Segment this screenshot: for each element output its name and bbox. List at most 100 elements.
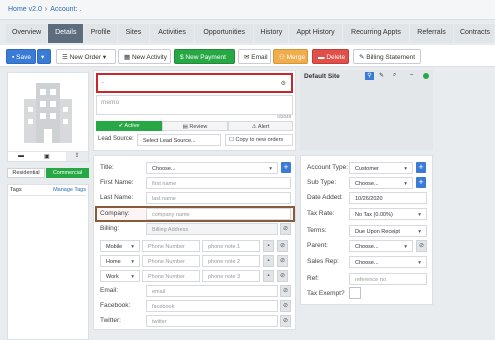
title-select[interactable]: Choose... ▾: [146, 162, 278, 174]
clear-email-icon[interactable]: ⊘: [280, 285, 291, 297]
breadcrumb-home-link[interactable]: Home v2.0: [8, 6, 42, 13]
edit-icon[interactable]: ✎: [379, 72, 384, 79]
billing-statement-button[interactable]: ✎ Billing Statement: [353, 49, 421, 64]
new-activity-button[interactable]: ▦ New Activity: [118, 49, 171, 64]
phone-number-1-input[interactable]: Phone Number: [142, 240, 200, 252]
phone-note-2-input[interactable]: phone note 2: [202, 255, 260, 267]
status-review-button[interactable]: ▤ Review: [162, 121, 228, 131]
status-alert-button[interactable]: ⚠ Alert: [228, 121, 293, 131]
tab-opportunities[interactable]: Opportunities: [194, 24, 254, 43]
tab-activities[interactable]: Activities: [150, 24, 194, 43]
phone-type-1-select[interactable]: Mobile ▾: [100, 240, 140, 252]
chat-icon[interactable]: ▪: [263, 240, 274, 252]
clear-parent-icon[interactable]: ⊘: [416, 240, 427, 252]
clear-twitter-icon[interactable]: ⊘: [280, 315, 291, 327]
tab-appt-history[interactable]: Appt History: [289, 24, 342, 43]
save-dropdown-button[interactable]: ▾: [37, 49, 51, 64]
users-icon: ⚇: [279, 54, 287, 61]
image-icon[interactable]: ▣: [44, 153, 50, 160]
gear-icon[interactable]: ⚙: [281, 80, 286, 87]
phone-type-3-select[interactable]: Work ▾: [100, 270, 140, 282]
twitter-input[interactable]: twitter: [146, 315, 278, 327]
tab-recurring-appts[interactable]: Recurring Appts: [342, 24, 410, 43]
breadcrumb-account-link[interactable]: Account: .: [50, 6, 81, 13]
chat-icon[interactable]: ▪: [263, 270, 274, 282]
tags-label: Tags: [10, 187, 22, 193]
residential-toggle[interactable]: Residential: [7, 168, 45, 178]
chevron-down-icon: ▾: [404, 181, 407, 187]
sub-type-label: Sub Type:: [307, 179, 337, 186]
chevron-down-icon: ▾: [41, 54, 45, 61]
chevron-down-icon: ▾: [131, 259, 134, 265]
building-icon: [24, 83, 72, 143]
phone-number-3-input[interactable]: Phone Number: [142, 270, 200, 282]
search-icon[interactable]: ⌕: [393, 72, 396, 79]
new-order-button[interactable]: ☰ New Order ▾: [56, 49, 116, 64]
upload-icon[interactable]: ⇪: [66, 152, 88, 161]
phone-number-2-input[interactable]: Phone Number: [142, 255, 200, 267]
merge-button[interactable]: ⚇ Merge: [273, 49, 308, 64]
billing-address-input[interactable]: Billing Address: [146, 223, 278, 235]
tax-rate-select[interactable]: No Tax (0.00%) ▾: [349, 208, 427, 220]
clear-facebook-icon[interactable]: ⊘: [280, 300, 291, 312]
tax-exempt-checkbox[interactable]: [349, 287, 361, 299]
lead-source-select[interactable]: Select Lead Source...: [137, 134, 221, 146]
account-type-label: Account Type:: [307, 164, 349, 171]
tab-overview[interactable]: Overview: [6, 24, 48, 43]
chevron-down-icon: ▾: [404, 244, 407, 250]
tab-details[interactable]: Details: [48, 24, 84, 43]
divider: [10, 195, 86, 196]
first-name-input[interactable]: first name: [146, 177, 291, 189]
minimize-icon[interactable]: –: [410, 72, 413, 78]
last-name-input[interactable]: last name: [146, 192, 291, 204]
phone-note-3-input[interactable]: phone note 3: [202, 270, 260, 282]
save-button[interactable]: ▪ Save: [6, 49, 36, 64]
delete-button[interactable]: ▬ Delete: [312, 49, 349, 64]
date-added-label: Date Added:: [307, 194, 343, 201]
tab-profile[interactable]: Profile: [84, 24, 117, 43]
phone-note-1-input[interactable]: phone note 1: [202, 240, 260, 252]
tab-sites[interactable]: Sites: [117, 24, 150, 43]
tax-rate-label: Tax Rate:: [307, 210, 335, 217]
company-label: Company:: [100, 210, 130, 217]
account-name-input[interactable]: . ⚙: [96, 73, 293, 93]
breadcrumb: Home v2.0 › Account: .: [0, 0, 495, 20]
pin-icon[interactable]: ⚲: [365, 72, 374, 80]
clear-phone-1-icon[interactable]: ⊘: [277, 240, 288, 252]
calendar-icon: ▦: [124, 54, 132, 61]
tab-referrals[interactable]: Referrals: [410, 24, 453, 43]
last-name-label: Last Name:: [100, 194, 134, 201]
parent-select[interactable]: Choose... ▾: [349, 240, 413, 252]
email-input[interactable]: email: [146, 285, 278, 297]
sub-type-select[interactable]: Choose... ▾: [349, 177, 413, 189]
clear-phone-3-icon[interactable]: ⊘: [277, 270, 288, 282]
add-sub-type-button[interactable]: +: [416, 177, 426, 188]
chevron-down-icon: ▾: [418, 212, 421, 218]
phone-type-2-select[interactable]: Home ▾: [100, 255, 140, 267]
date-added-input[interactable]: 10/26/2020: [349, 192, 427, 204]
chat-icon[interactable]: ▪: [263, 255, 274, 267]
facebook-input[interactable]: facebook: [146, 300, 278, 312]
tab-contracts[interactable]: Contracts: [453, 24, 494, 43]
add-account-type-button[interactable]: +: [416, 162, 426, 173]
lead-source-label: Lead Source:: [98, 136, 134, 142]
new-payment-button[interactable]: $ New Payment: [174, 49, 235, 64]
ref-input[interactable]: reference no.: [349, 273, 427, 285]
clear-billing-icon[interactable]: ⊘: [280, 223, 291, 235]
chevron-down-icon: ▾: [131, 244, 134, 250]
email-button[interactable]: ✉ Email: [238, 49, 271, 64]
trash-icon[interactable]: ▬: [18, 153, 24, 159]
copy-orders-checkbox[interactable]: ☐ Copy to new orders: [225, 134, 293, 146]
memo-textarea[interactable]: memo: [96, 95, 293, 115]
tab-history[interactable]: History: [254, 24, 289, 43]
company-input[interactable]: company name: [146, 208, 291, 220]
chevron-down-icon: ▾: [404, 166, 407, 172]
clear-phone-2-icon[interactable]: ⊘: [277, 255, 288, 267]
terms-select[interactable]: Due Upon Receipt ▾: [349, 225, 427, 237]
add-title-button[interactable]: +: [281, 162, 291, 173]
commercial-toggle[interactable]: Commercial: [46, 168, 89, 178]
sales-rep-select[interactable]: Choose... ▾: [349, 256, 427, 268]
manage-tags-link[interactable]: Manage Tags: [53, 187, 86, 193]
account-type-select[interactable]: Customer ▾: [349, 162, 413, 174]
status-active-button[interactable]: ✔ Active: [96, 121, 162, 131]
